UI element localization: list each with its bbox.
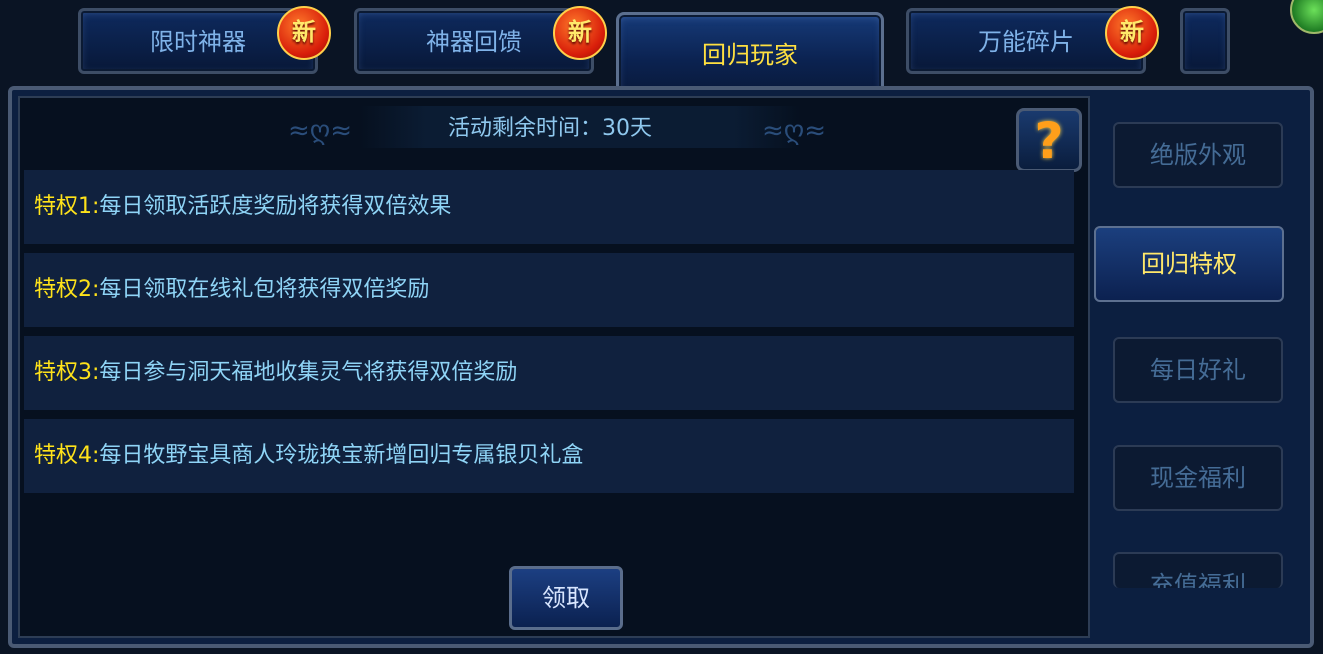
tab-label: 神器回馈: [426, 28, 522, 56]
question-icon: ?: [1034, 112, 1064, 170]
privilege-label: 特权2:: [34, 277, 100, 302]
side-item-label: 充值福利: [1150, 571, 1246, 588]
privilege-label: 特权3:: [34, 360, 100, 385]
side-item-label: 现金福利: [1150, 464, 1246, 492]
help-button[interactable]: ?: [1016, 108, 1082, 172]
remaining-time-text: 活动剩余时间：30天: [448, 116, 652, 141]
gem-icon: [1290, 0, 1323, 34]
tab-returning-player[interactable]: 回归玩家: [616, 12, 884, 92]
new-badge: 新: [553, 6, 607, 60]
new-badge: 新: [1105, 6, 1159, 60]
tab-label: 限时神器: [150, 28, 246, 56]
side-item-cash-welfare[interactable]: 现金福利: [1113, 445, 1283, 511]
privilege-text: 每日牧野宝具商人玲珑换宝新增回归专属银贝礼盒: [99, 443, 584, 468]
claim-button[interactable]: 领取: [509, 566, 623, 630]
privilege-text: 每日领取在线礼包将获得双倍奖励: [99, 277, 430, 302]
privilege-row: 特权4:每日牧野宝具商人玲珑换宝新增回归专属银贝礼盒: [24, 419, 1074, 493]
privilege-row: 特权1:每日领取活跃度奖励将获得双倍效果: [24, 170, 1074, 244]
side-item-label: 回归特权: [1141, 250, 1237, 278]
side-item-label: 每日好礼: [1150, 356, 1246, 384]
privilege-text: 每日参与洞天福地收集灵气将获得双倍奖励: [99, 360, 518, 385]
side-item-return-privilege[interactable]: 回归特权: [1094, 226, 1284, 302]
side-item-exclusive-appearance[interactable]: 绝版外观: [1113, 122, 1283, 188]
side-item-recharge-welfare[interactable]: 充值福利: [1113, 552, 1283, 588]
side-item-daily-gift[interactable]: 每日好礼: [1113, 337, 1283, 403]
privilege-label: 特权4:: [34, 443, 100, 468]
tab-label: 万能碎片: [978, 28, 1074, 56]
new-badge: 新: [277, 6, 331, 60]
privilege-text: 每日领取活跃度奖励将获得双倍效果: [99, 194, 452, 219]
privilege-row: 特权3:每日参与洞天福地收集灵气将获得双倍奖励: [24, 336, 1074, 410]
tab-more[interactable]: [1180, 8, 1230, 74]
side-item-label: 绝版外观: [1150, 141, 1246, 169]
privilege-label: 特权1:: [34, 194, 100, 219]
privilege-row: 特权2:每日领取在线礼包将获得双倍奖励: [24, 253, 1074, 327]
tab-label: 回归玩家: [702, 41, 798, 69]
